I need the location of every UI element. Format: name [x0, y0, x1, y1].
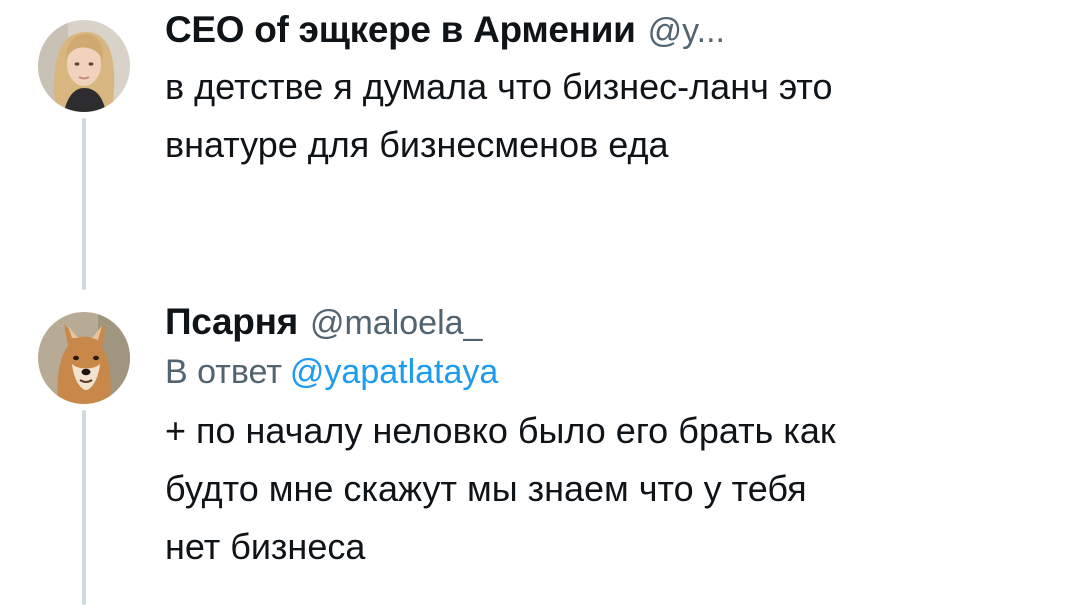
- tweet-text-line: + по началу неловко было его брать как: [165, 410, 836, 451]
- tweet-text-line: будто мне скажут мы знаем что у тебя: [165, 468, 807, 509]
- tweet-header: Псарня @maloela_: [165, 298, 1050, 346]
- reply-to-handle-link[interactable]: @yapatlataya: [290, 353, 498, 391]
- tweet-text-line: в детстве я думала что бизнес-ланч это: [165, 66, 833, 107]
- author-display-name[interactable]: Псарня: [165, 298, 298, 346]
- shiba-dog-icon: [38, 312, 130, 404]
- tweet-text-line: внатуре для бизнесменов еда: [165, 124, 669, 165]
- author-handle[interactable]: @y...: [648, 7, 725, 54]
- tweet-card[interactable]: CEO of эщкере в Армении @y... в детстве …: [165, 6, 1050, 174]
- author-display-name[interactable]: CEO of эщкере в Армении: [165, 6, 636, 54]
- tweet-text-line: нет бизнеса: [165, 526, 366, 567]
- tweet-header: CEO of эщкере в Армении @y...: [165, 6, 1050, 54]
- user-avatar-icon[interactable]: [38, 20, 130, 112]
- tweet-text: в детстве я думала что бизнес-ланч это в…: [165, 58, 1050, 174]
- tweet-text: + по началу неловко было его брать как б…: [165, 402, 1050, 576]
- user-avatar-icon[interactable]: [38, 312, 130, 404]
- author-handle[interactable]: @maloela_: [310, 299, 483, 346]
- tweet-card[interactable]: Псарня @maloela_ В ответ @yapatlataya + п…: [165, 298, 1050, 576]
- woman-portrait-icon: [38, 20, 130, 112]
- thread-connector-line: [82, 118, 86, 290]
- reply-prefix: В ответ: [165, 353, 282, 391]
- reply-context: В ответ @yapatlataya: [165, 346, 1050, 398]
- thread-connector-line: [82, 410, 86, 605]
